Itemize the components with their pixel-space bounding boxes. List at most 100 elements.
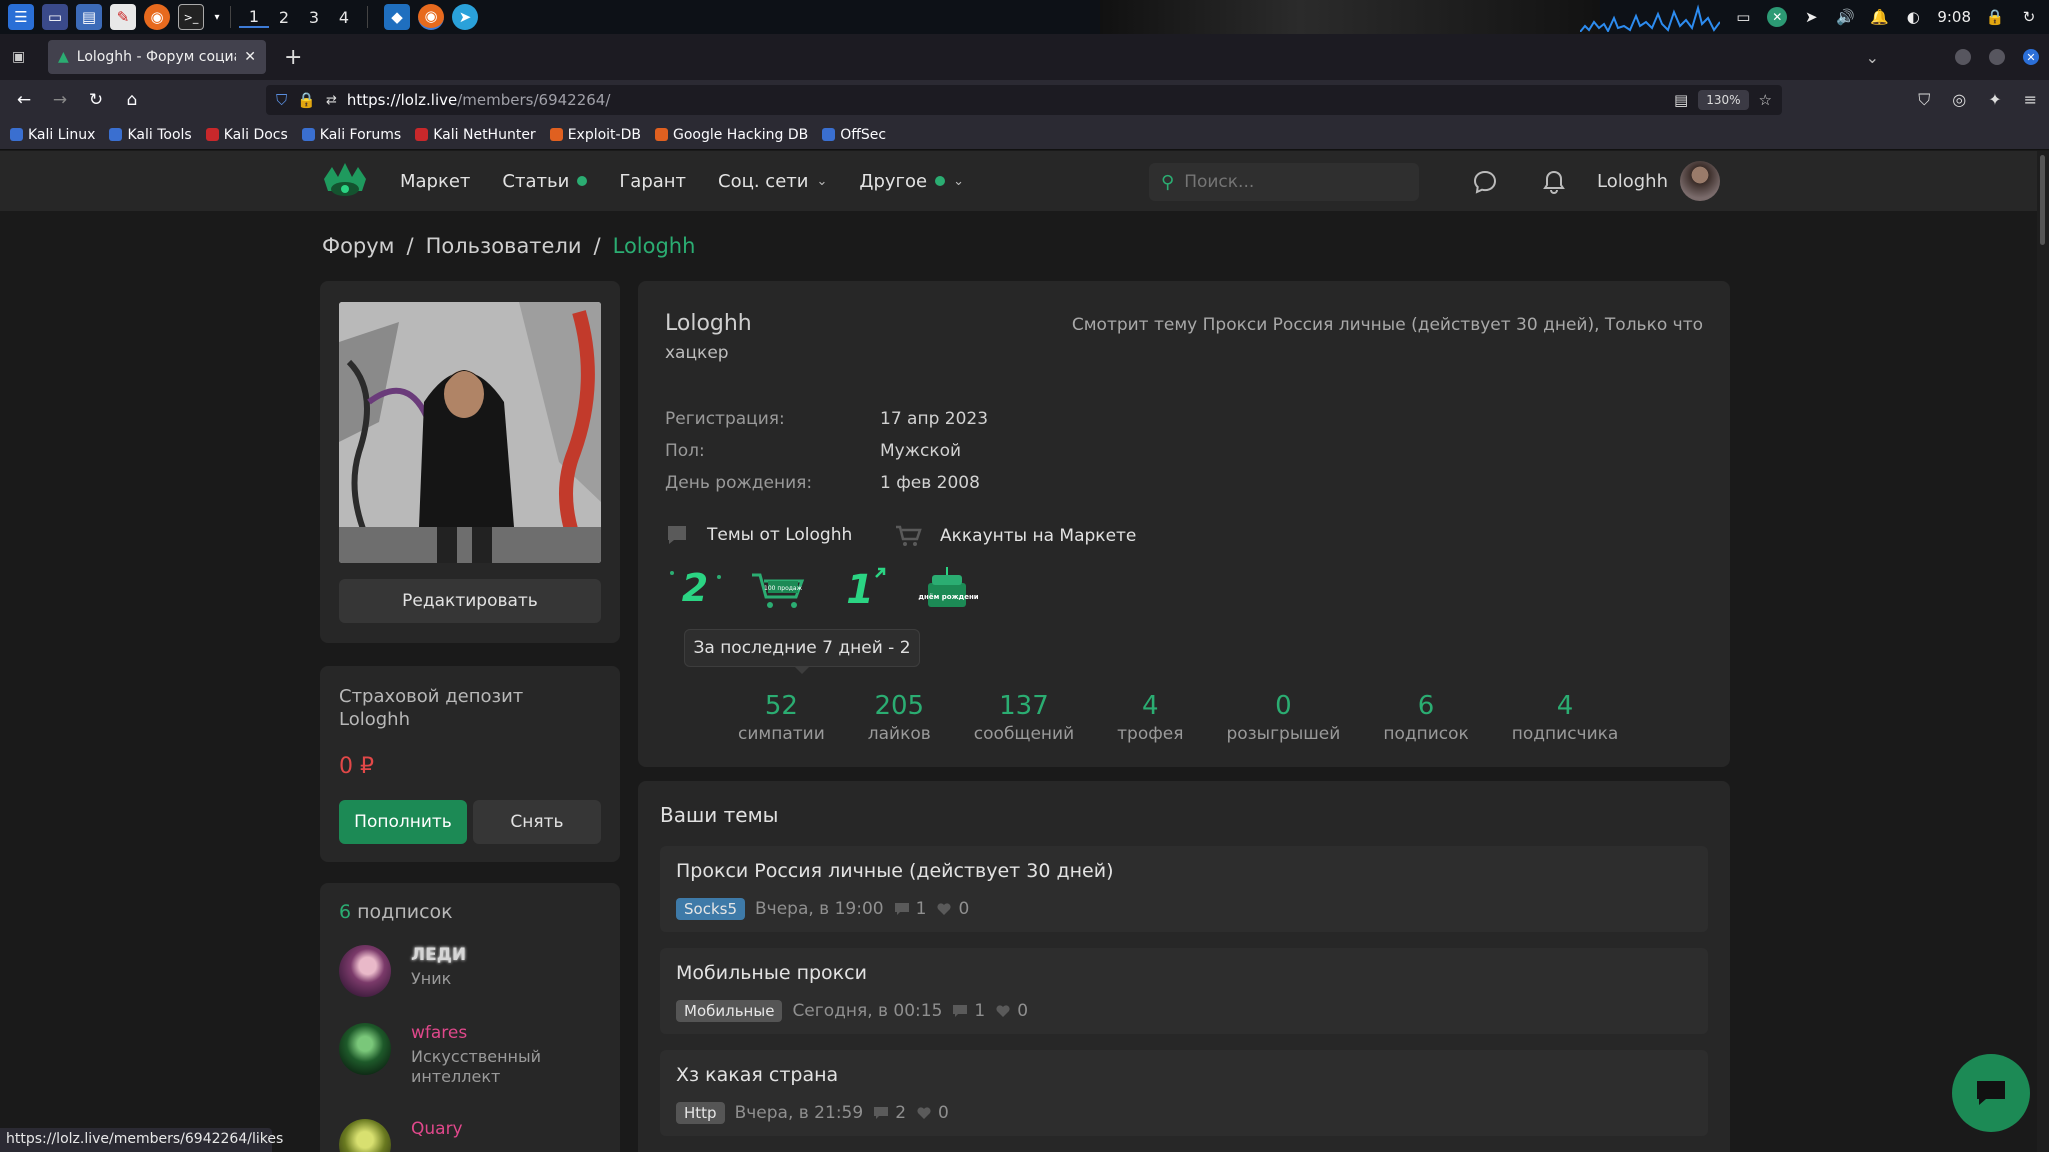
permissions-icon[interactable]: ⇄ (326, 93, 337, 108)
breadcrumb-current[interactable]: Lologhh (613, 234, 696, 258)
subscription-name[interactable]: wfares (411, 1023, 551, 1043)
vscode-icon[interactable]: ◆ (384, 4, 410, 30)
stat-item[interactable]: 0 розыгрышей (1226, 691, 1340, 744)
subscription-item[interactable]: ЛЕДИ Уник (339, 945, 466, 997)
address-bar[interactable]: ⛉ 🔒 ⇄ https://lolz.live/members/6942264/… (266, 85, 1782, 115)
stat-item[interactable]: 4 подписчика (1512, 691, 1619, 744)
kali-menu-icon[interactable]: ☰ (8, 4, 34, 30)
firefox-icon[interactable]: ◉ (144, 4, 170, 30)
subscription-name[interactable]: Quary (411, 1119, 463, 1139)
bookmark-item[interactable]: Kali Tools (109, 127, 192, 143)
text-editor-icon[interactable]: ✎ (110, 4, 136, 30)
stat-item[interactable]: 6 подписок (1383, 691, 1468, 744)
terminal-icon[interactable]: >_ (178, 4, 204, 30)
menu-item[interactable]: Другое ⌄ (859, 171, 964, 192)
profile-activity[interactable]: Смотрит тему Прокси Россия личные (дейст… (1072, 315, 1703, 335)
bookmark-item[interactable]: Kali Linux (10, 127, 95, 143)
topic-item[interactable]: Хз какая страна Http Вчера, в 21:59 2 0 (660, 1050, 1708, 1136)
telegram-tray-icon[interactable]: ➤ (1801, 7, 1821, 27)
topic-title[interactable]: Хз какая страна (676, 1064, 838, 1086)
bookmark-item[interactable]: Exploit-DB (549, 127, 641, 143)
site-logo-icon[interactable] (322, 161, 368, 201)
shield-icon[interactable]: ⛉ (276, 91, 287, 109)
subscription-item[interactable]: wfares Искусственный интеллект (339, 1023, 551, 1087)
bookmark-item[interactable]: Kali Forums (301, 127, 401, 143)
topic-item[interactable]: Мобильные прокси Мобильные Сегодня, в 00:1… (660, 948, 1708, 1034)
workspace-2[interactable]: 2 (269, 8, 299, 27)
close-window-button[interactable]: ✕ (2023, 49, 2039, 65)
topic-item[interactable]: Прокси Россия личные (действует 30 дней)… (660, 846, 1708, 932)
zoom-level[interactable]: 130% (1698, 90, 1749, 110)
trophy-birthday-icon[interactable]: С днём рождения (916, 563, 978, 613)
menu-item[interactable]: Статьи (502, 171, 588, 192)
chevron-down-icon[interactable]: ▾ (212, 4, 222, 30)
topic-title[interactable]: Прокси Россия личные (действует 30 дней) (676, 860, 1114, 882)
back-icon[interactable]: ← (6, 90, 42, 110)
edit-profile-button[interactable]: Редактировать (339, 579, 601, 623)
bell-icon[interactable] (1541, 169, 1567, 195)
url-text[interactable]: https://lolz.live/members/6942264/ (347, 91, 1664, 109)
reload-icon[interactable]: ↻ (78, 90, 114, 110)
stat-item[interactable]: 52 симпатии (738, 691, 825, 744)
extensions-icon[interactable]: ✦ (1988, 90, 2001, 110)
stat-item[interactable]: 137 сообщений (974, 691, 1074, 744)
menu-icon[interactable]: ≡ (2024, 90, 2037, 110)
bookmark-item[interactable]: Google Hacking DB (654, 127, 808, 143)
telegram-icon[interactable]: ➤ (452, 4, 478, 30)
firefox-icon[interactable]: ◉ (418, 4, 444, 30)
menu-item[interactable]: Соц. сети ⌄ (718, 171, 827, 192)
bookmark-item[interactable]: OffSec (822, 127, 886, 143)
pocket-icon[interactable]: ⛉ (1918, 90, 1930, 110)
workspace-1[interactable]: 1 (239, 7, 269, 28)
bookmark-star-icon[interactable]: ☆ (1759, 91, 1772, 109)
subscriptions-title[interactable]: 6 подписок (339, 901, 453, 923)
logout-icon[interactable]: ↻ (2019, 7, 2039, 27)
account-icon[interactable]: ◎ (1952, 90, 1966, 110)
menu-item[interactable]: Маркет (400, 171, 470, 192)
lock-icon[interactable]: 🔒 (297, 91, 316, 109)
chevron-down-icon[interactable]: ⌄ (1866, 48, 1879, 67)
topic-tag[interactable]: Socks5 (676, 898, 745, 920)
menu-item[interactable]: Гарант (619, 171, 686, 192)
bell-icon[interactable]: 🔔 (1869, 7, 1889, 27)
display-icon[interactable]: ▭ (1733, 7, 1753, 27)
trophy-year-icon[interactable]: 1 (832, 563, 894, 613)
topics-link[interactable]: Темы от Lologhh (665, 524, 852, 546)
maximize-button[interactable] (1989, 49, 2005, 65)
bookmark-item[interactable]: Kali Docs (205, 127, 288, 143)
chat-fab-button[interactable] (1952, 1054, 2030, 1132)
topic-tag[interactable]: Http (676, 1102, 725, 1124)
new-tab-icon[interactable]: + (284, 45, 302, 70)
stat-item[interactable]: 4 трофея (1117, 691, 1183, 744)
power-icon[interactable]: ◐ (1903, 7, 1923, 27)
trophy-sales-icon[interactable]: 100 продаж (748, 563, 810, 613)
workspace-3[interactable]: 3 (299, 8, 329, 27)
volume-icon[interactable]: 🔊 (1835, 7, 1855, 27)
vpn-icon[interactable]: ✕ (1767, 7, 1788, 27)
topup-button[interactable]: Пополнить (339, 800, 467, 844)
bookmark-item[interactable]: Kali NetHunter (415, 127, 536, 143)
search-box[interactable]: ⚲ (1149, 163, 1419, 201)
reader-view-icon[interactable]: ▤ (1674, 91, 1688, 109)
home-icon[interactable]: ⌂ (114, 90, 150, 110)
profile-photo[interactable] (339, 302, 601, 563)
subscription-name[interactable]: ЛЕДИ (411, 945, 466, 965)
withdraw-button[interactable]: Снять (473, 800, 601, 844)
trophy-likes-icon[interactable]: 2 (664, 563, 726, 613)
search-input[interactable] (1184, 172, 1385, 192)
lock-icon[interactable]: 🔒 (1985, 7, 2005, 27)
minimize-button[interactable] (1955, 49, 1971, 65)
stat-item[interactable]: 205 лайков (868, 691, 931, 744)
forward-icon[interactable]: → (42, 90, 78, 110)
breadcrumb-users[interactable]: Пользователи (426, 234, 582, 258)
page-scrollbar[interactable] (2037, 151, 2049, 1152)
subscription-item[interactable]: Quary (339, 1119, 463, 1152)
tab-list-icon[interactable]: ▣ (12, 49, 25, 65)
files-icon[interactable]: ▤ (76, 4, 102, 30)
topic-title[interactable]: Мобильные прокси (676, 962, 867, 984)
scrollbar-thumb[interactable] (2040, 155, 2045, 245)
desktop-icon[interactable]: ▭ (42, 4, 68, 30)
close-tab-icon[interactable]: ✕ (244, 49, 256, 65)
user-menu[interactable]: Lologhh (1597, 161, 1720, 201)
market-accounts-link[interactable]: Аккаунты на Маркете (894, 524, 1136, 548)
